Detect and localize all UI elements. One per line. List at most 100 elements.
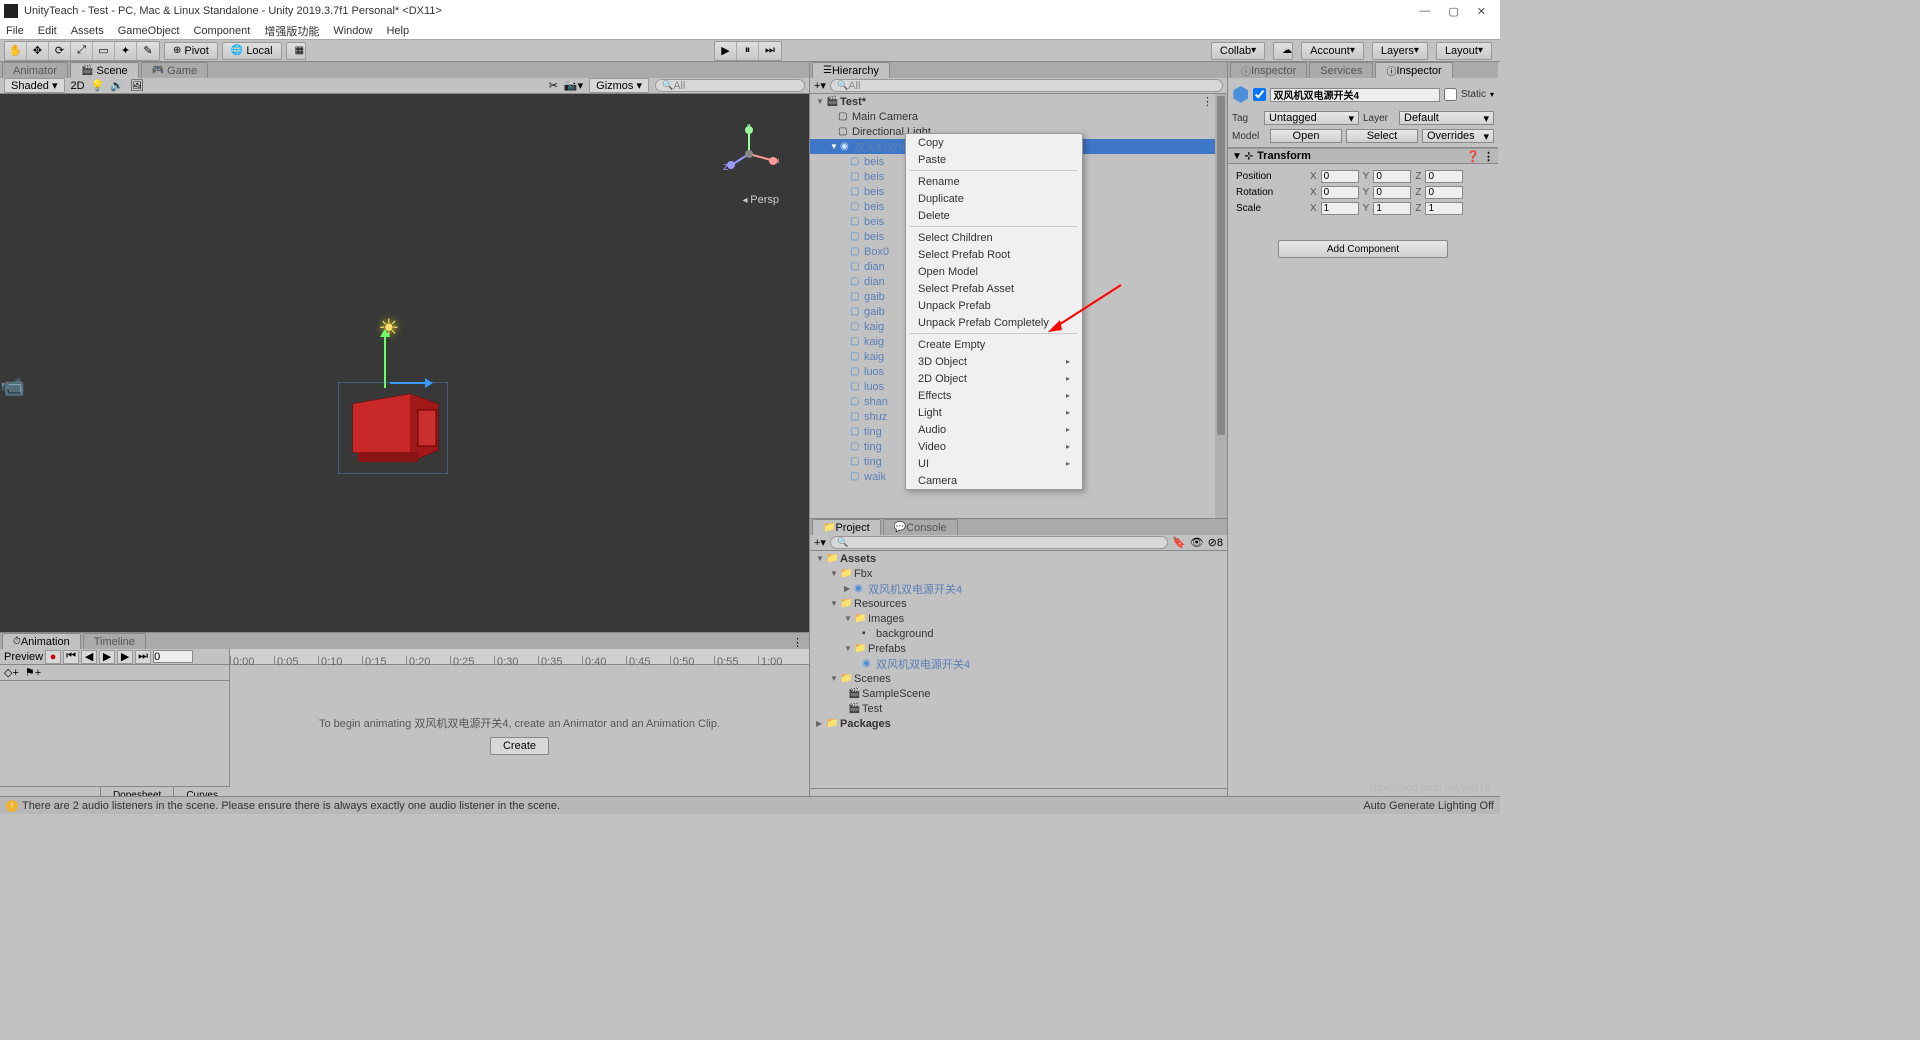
rotation-x[interactable] [1321,186,1359,199]
first-frame-button[interactable]: ⏮ [63,650,79,664]
step-button[interactable]: ⏭ [759,42,781,60]
position-x[interactable] [1321,170,1359,183]
scene-root[interactable]: Test* [840,96,866,108]
tab-timeline[interactable]: Timeline [83,633,146,649]
transform-header[interactable]: ▼ ⊹ Transform❓ ⋮ [1228,148,1498,164]
hierarchy-item[interactable]: Main Camera [852,111,918,123]
layout-dropdown[interactable]: Layout ▾ [1436,42,1492,60]
fbx-asset[interactable]: 双风机双电源开关4 [868,581,962,597]
menu-edit[interactable]: Edit [38,25,57,37]
open-model-button[interactable]: Open [1270,129,1342,143]
tag-dropdown[interactable]: Untagged▾ [1264,111,1359,125]
orientation-gizmo[interactable]: y x z [719,124,779,184]
ctx-paste[interactable]: Paste [906,151,1082,168]
scene-viewport[interactable]: y x z ◂ Persp ☀ 📹 [0,94,809,632]
project-search[interactable]: 🔍 [830,536,1168,549]
prev-frame-button[interactable]: ◀ [81,650,97,664]
gameobject-name-input[interactable] [1270,88,1440,102]
frame-input[interactable] [153,650,193,663]
tab-animation[interactable]: ⏱ Animation [2,633,81,649]
play-anim-button[interactable]: ▶ [99,650,115,664]
next-frame-button[interactable]: ▶ [117,650,133,664]
assets-folder[interactable]: Assets [840,553,876,565]
ctx-unpack-prefab[interactable]: Unpack Prefab [906,297,1082,314]
add-key-icon[interactable]: ◇+ [4,666,19,679]
ctx-create-empty[interactable]: Create Empty [906,336,1082,353]
play-button[interactable]: ▶ [715,42,737,60]
close-icon[interactable]: ✕ [1477,5,1486,18]
scene-asset[interactable]: SampleScene [862,688,931,700]
packages-folder[interactable]: Packages [840,718,891,730]
warning-icon[interactable]: ! [6,800,18,812]
ctx-light[interactable]: Light▸ [906,404,1082,421]
add-event-icon[interactable]: ⚑+ [25,666,41,679]
scene-lighting-icon[interactable]: 💡 [91,79,105,92]
rotate-tool-icon[interactable]: ⟳ [49,42,71,60]
rotation-y[interactable] [1373,186,1411,199]
move-tool-icon[interactable]: ✥ [27,42,49,60]
scene-audio-icon[interactable]: 🔊 [110,79,124,92]
scale-x[interactable] [1321,202,1359,215]
scene-fx-icon[interactable]: 🖼 [130,79,144,92]
prefab-asset[interactable]: 双风机双电源开关4 [876,656,970,672]
scenes-folder[interactable]: Scenes [854,673,891,685]
layers-dropdown[interactable]: Layers ▾ [1372,42,1428,60]
scene-search[interactable]: 🔍 All [655,79,805,92]
cloud-icon[interactable]: ☁ [1273,42,1293,60]
ctx-unpack-prefab-completely[interactable]: Unpack Prefab Completely [906,314,1082,331]
ctx-select-children[interactable]: Select Children [906,229,1082,246]
layer-dropdown[interactable]: Default▾ [1399,111,1494,125]
visibility-icon[interactable]: 👁 [1190,536,1204,549]
project-tree[interactable]: ▼📁Assets ▼📁Fbx ▶◉双风机双电源开关4 ▼📁Resources ▼… [810,551,1227,788]
rotation-z[interactable] [1425,186,1463,199]
ctx-audio[interactable]: Audio▸ [906,421,1082,438]
menu-help[interactable]: Help [386,25,409,37]
ctx-effects[interactable]: Effects▸ [906,387,1082,404]
record-button[interactable]: ● [45,650,61,664]
tab-console[interactable]: 💬 Console [883,519,958,535]
ctx-copy[interactable]: Copy [906,134,1082,151]
scene-settings-icon[interactable]: ✂ [549,79,558,92]
prefabs-folder[interactable]: Prefabs [868,643,906,655]
tab-inspector-1[interactable]: ⓘ Inspector [1230,62,1307,78]
mode-2d-toggle[interactable]: 2D [71,80,85,92]
timeline-ruler[interactable]: 0:000:050:100:150:200:250:300:350:400:45… [230,649,809,665]
collab-dropdown[interactable]: Collab ▾ [1211,42,1265,60]
fbx-folder[interactable]: Fbx [854,568,872,580]
tab-services[interactable]: Services [1309,62,1373,78]
custom-tool-icon[interactable]: ✎ [137,42,159,60]
scale-y[interactable] [1373,202,1411,215]
select-model-button[interactable]: Select [1346,129,1418,143]
hierarchy-scrollbar[interactable] [1215,94,1227,518]
shaded-dropdown[interactable]: Shaded ▾ [4,78,65,93]
ctx-3d-object[interactable]: 3D Object▸ [906,353,1082,370]
menu-gameobject[interactable]: GameObject [118,25,180,37]
tab-inspector-2[interactable]: ⓘ Inspector [1375,62,1452,78]
lighting-status[interactable]: Auto Generate Lighting Off [1363,800,1494,812]
tab-scene[interactable]: 🎬 Scene [70,62,139,78]
menu-window[interactable]: Window [333,25,372,37]
project-create-dropdown[interactable]: +▾ [814,536,826,549]
ctx-duplicate[interactable]: Duplicate [906,190,1082,207]
y-axis-handle[interactable] [384,332,386,388]
menu-extra[interactable]: 增强版功能 [264,23,319,39]
resources-folder[interactable]: Resources [854,598,907,610]
ctx-camera[interactable]: Camera [906,472,1082,489]
background-asset[interactable]: background [876,628,934,640]
scale-z[interactable] [1425,202,1463,215]
hierarchy-search[interactable]: 🔍 All [830,79,1223,92]
filter-icon[interactable]: 🔖 [1172,536,1186,549]
local-toggle[interactable]: 🌐 Local [222,42,282,60]
menu-assets[interactable]: Assets [71,25,104,37]
gameobject-enabled-checkbox[interactable] [1253,88,1266,101]
tab-animator[interactable]: Animator [2,62,68,78]
ctx-delete[interactable]: Delete [906,207,1082,224]
gizmos-dropdown[interactable]: Gizmos ▾ [589,78,649,93]
create-animation-button[interactable]: Create [490,737,549,755]
transform-tool-icon[interactable]: ✦ [115,42,137,60]
create-dropdown[interactable]: +▾ [814,79,826,92]
preview-toggle[interactable]: Preview [4,651,43,663]
scale-tool-icon[interactable]: ⤢ [71,42,93,60]
ctx-ui[interactable]: UI▸ [906,455,1082,472]
images-folder[interactable]: Images [868,613,904,625]
